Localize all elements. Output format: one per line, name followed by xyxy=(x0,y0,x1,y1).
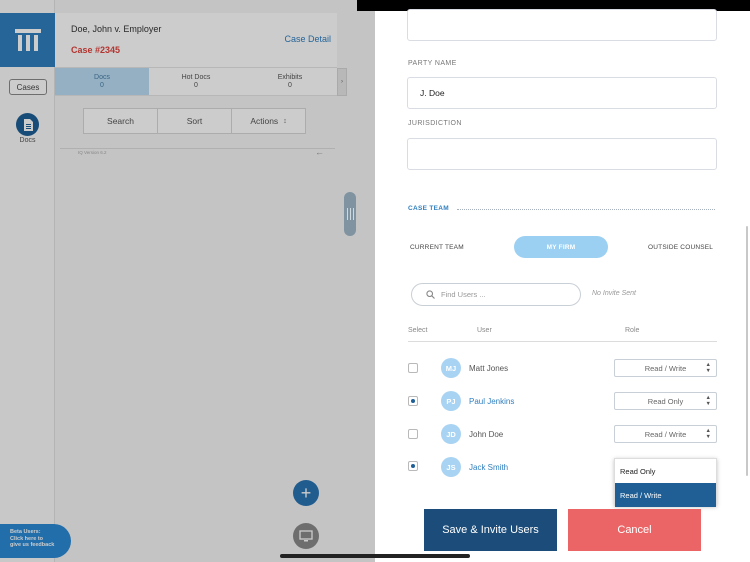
find-users-input[interactable]: Find Users ... xyxy=(411,283,581,306)
invite-status: No Invite Sent xyxy=(592,290,636,297)
avatar: JD xyxy=(441,424,461,444)
user-checkbox[interactable] xyxy=(408,396,418,406)
role-value: Read Only xyxy=(647,396,684,406)
updown-caret-icon: ▲ ▼ xyxy=(705,428,711,440)
previous-field[interactable] xyxy=(407,9,717,41)
search-icon xyxy=(426,290,435,299)
user-checkbox[interactable] xyxy=(408,429,418,439)
updown-caret-icon: ▲ ▼ xyxy=(705,395,711,407)
modal-overlay[interactable] xyxy=(0,0,375,562)
user-checkbox[interactable] xyxy=(408,461,418,471)
jurisdiction-label: JURISDICTION xyxy=(408,120,462,127)
column-user: User xyxy=(477,327,492,334)
role-option-read-write[interactable]: Read / Write xyxy=(615,483,716,507)
role-value: Read / Write xyxy=(644,429,687,439)
user-name: Paul Jenkins xyxy=(469,397,515,406)
case-team-title: CASE TEAM xyxy=(408,205,449,212)
user-name: Jack Smith xyxy=(469,463,509,472)
role-select[interactable]: Read / Write ▲ ▼ xyxy=(614,359,717,377)
role-select[interactable]: Read / Write ▲ ▼ xyxy=(614,425,717,443)
home-indicator[interactable] xyxy=(280,554,470,558)
avatar: PJ xyxy=(441,391,461,411)
column-select: Select xyxy=(408,327,428,334)
split-drag-handle[interactable] xyxy=(344,192,356,236)
find-users-placeholder: Find Users ... xyxy=(441,290,486,299)
section-divider xyxy=(457,209,715,210)
avatar: MJ xyxy=(441,358,461,378)
column-role: Role xyxy=(625,327,640,334)
user-name: John Doe xyxy=(469,430,504,439)
case-app: Cases Docs Doe, John v. Employer Case #2… xyxy=(0,0,375,562)
tab-my-firm[interactable]: MY FIRM xyxy=(514,236,608,258)
invite-panel: PARTY NAME J. Doe JURISDICTION CASE TEAM… xyxy=(375,9,750,562)
screen: Cases Docs Doe, John v. Employer Case #2… xyxy=(0,0,750,562)
save-invite-button[interactable]: Save & Invite Users xyxy=(424,509,557,551)
user-name: Matt Jones xyxy=(469,364,509,373)
user-checkbox[interactable] xyxy=(408,363,418,373)
party-name-field[interactable]: J. Doe xyxy=(407,77,717,109)
party-name-label: PARTY NAME xyxy=(408,60,457,67)
avatar: JS xyxy=(441,457,461,477)
tab-outside-counsel[interactable]: OUTSIDE COUNSEL xyxy=(648,236,713,258)
header-divider xyxy=(408,341,717,342)
updown-caret-icon: ▲ ▼ xyxy=(705,362,711,374)
role-select[interactable]: Read Only ▲ ▼ xyxy=(614,392,717,410)
jurisdiction-field[interactable] xyxy=(407,138,717,170)
scrollbar[interactable] xyxy=(746,226,748,476)
tab-current-team[interactable]: CURRENT TEAM xyxy=(410,236,464,258)
cancel-button[interactable]: Cancel xyxy=(568,509,701,551)
role-value: Read / Write xyxy=(644,363,687,373)
role-option-read-only[interactable]: Read Only xyxy=(615,459,716,483)
role-dropdown: Read Only Read / Write xyxy=(614,458,717,507)
